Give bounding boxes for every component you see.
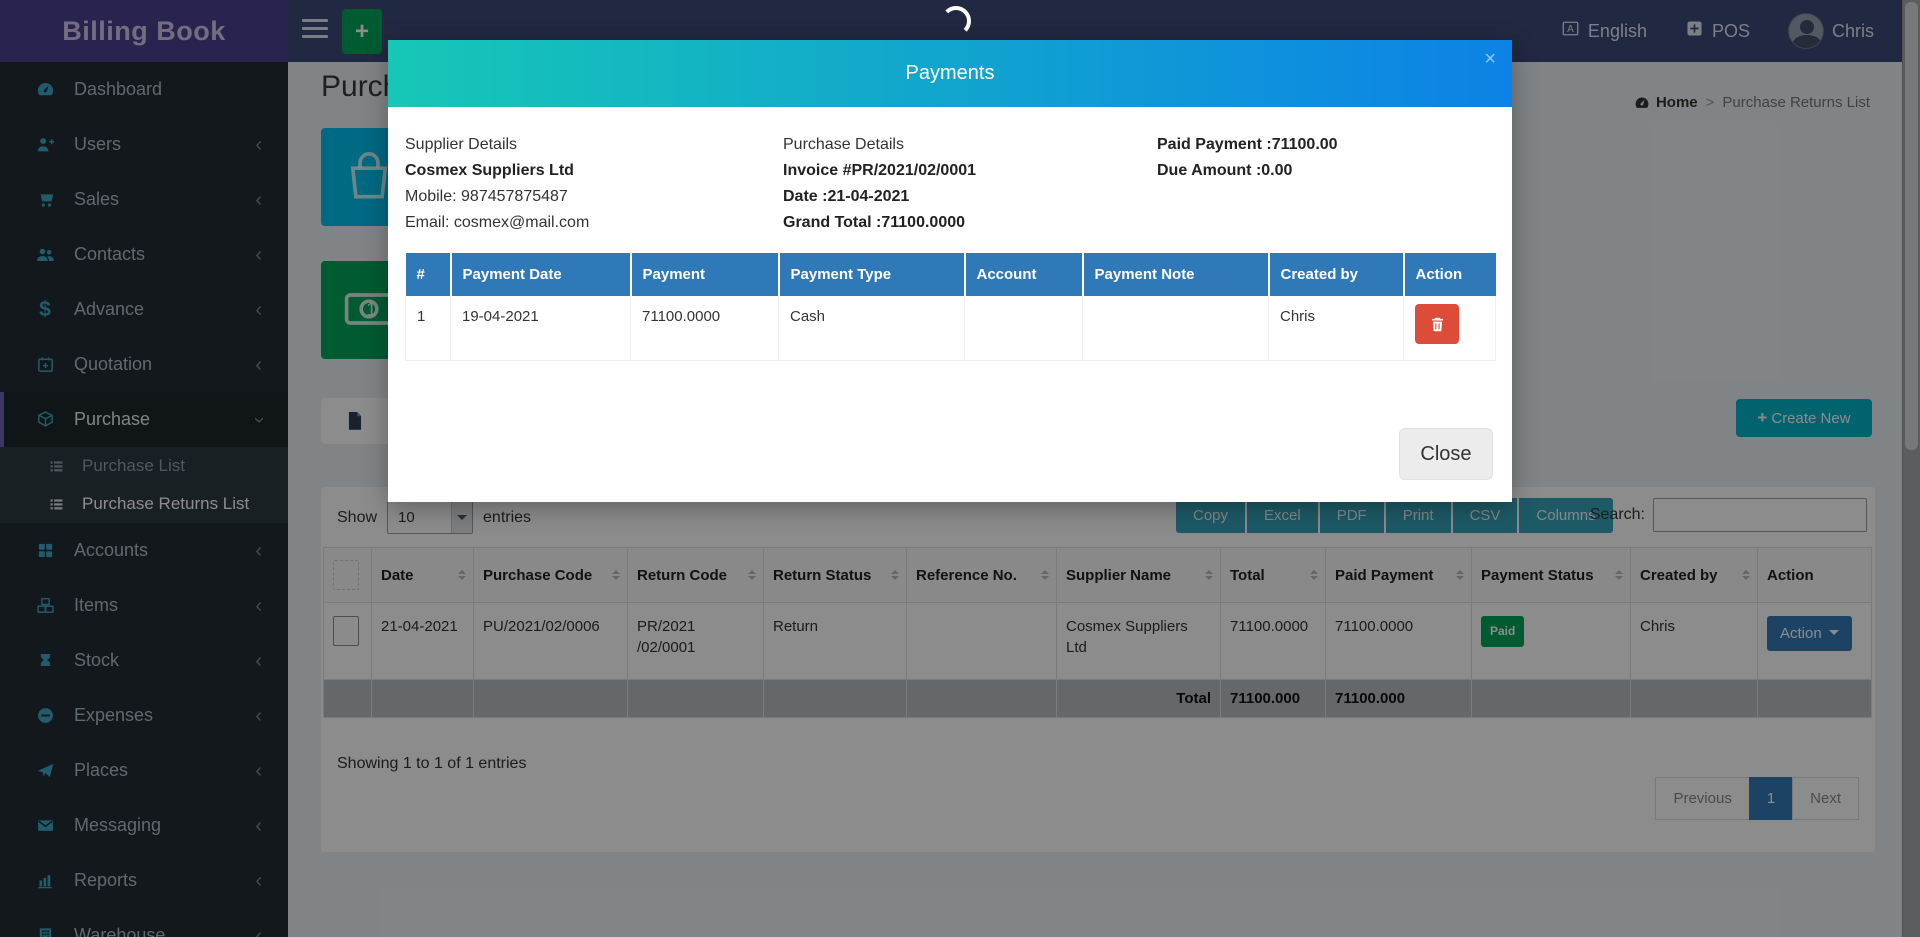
- cell-account: [965, 296, 1083, 360]
- supplier-details-heading: Supplier Details: [405, 132, 589, 158]
- modal-details: Supplier Details Cosmex Suppliers Ltd Mo…: [405, 132, 1495, 247]
- purchase-details-heading: Purchase Details: [783, 132, 976, 158]
- supplier-email: Email: cosmex@mail.com: [405, 210, 589, 236]
- modal-title: Payments: [388, 40, 1512, 107]
- modal-header: Payments ×: [388, 40, 1512, 107]
- col-payment-type: Payment Type: [779, 253, 965, 296]
- payments-table: # Payment Date Payment Payment Type Acco…: [405, 253, 1496, 361]
- cell-payment-note: [1083, 296, 1269, 360]
- supplier-name: Cosmex Suppliers Ltd: [405, 158, 589, 184]
- col-action: Action: [1404, 253, 1496, 296]
- purchase-details: Purchase Details Invoice #PR/2021/02/000…: [783, 132, 976, 236]
- cell-payment: 71100.0000: [631, 296, 779, 360]
- grand-total: Grand Total :71100.0000: [783, 210, 976, 236]
- invoice-number: Invoice #PR/2021/02/0001: [783, 158, 976, 184]
- col-account: Account: [965, 253, 1083, 296]
- cell-created-by: Chris: [1269, 296, 1404, 360]
- col-payment-date: Payment Date: [451, 253, 631, 296]
- cell-sno: 1: [406, 296, 451, 360]
- payment-row: 1 19-04-2021 71100.0000 Cash Chris: [406, 296, 1496, 360]
- col-payment: Payment: [631, 253, 779, 296]
- supplier-mobile: Mobile: 987457875487: [405, 184, 589, 210]
- trash-icon: [1429, 316, 1446, 333]
- col-sno: #: [406, 253, 451, 296]
- col-created-by: Created by: [1269, 253, 1404, 296]
- app-root: Billing Book + A English POS Chris: [0, 0, 1920, 937]
- supplier-details: Supplier Details Cosmex Suppliers Ltd Mo…: [405, 132, 589, 236]
- cell-payment-date: 19-04-2021: [451, 296, 631, 360]
- loading-spinner-icon: [941, 6, 971, 36]
- close-icon[interactable]: ×: [1484, 48, 1496, 71]
- paid-payment: Paid Payment :71100.00: [1157, 132, 1338, 158]
- payments-header-row: # Payment Date Payment Payment Type Acco…: [406, 253, 1496, 296]
- payment-summary: Paid Payment :71100.00 Due Amount :0.00: [1157, 132, 1338, 184]
- purchase-date: Date :21-04-2021: [783, 184, 976, 210]
- payments-modal: Payments × Supplier Details Cosmex Suppl…: [388, 40, 1512, 502]
- delete-payment-button[interactable]: [1415, 304, 1459, 344]
- modal-close-button[interactable]: Close: [1399, 428, 1493, 480]
- cell-payment-type: Cash: [779, 296, 965, 360]
- col-payment-note: Payment Note: [1083, 253, 1269, 296]
- due-amount: Due Amount :0.00: [1157, 158, 1338, 184]
